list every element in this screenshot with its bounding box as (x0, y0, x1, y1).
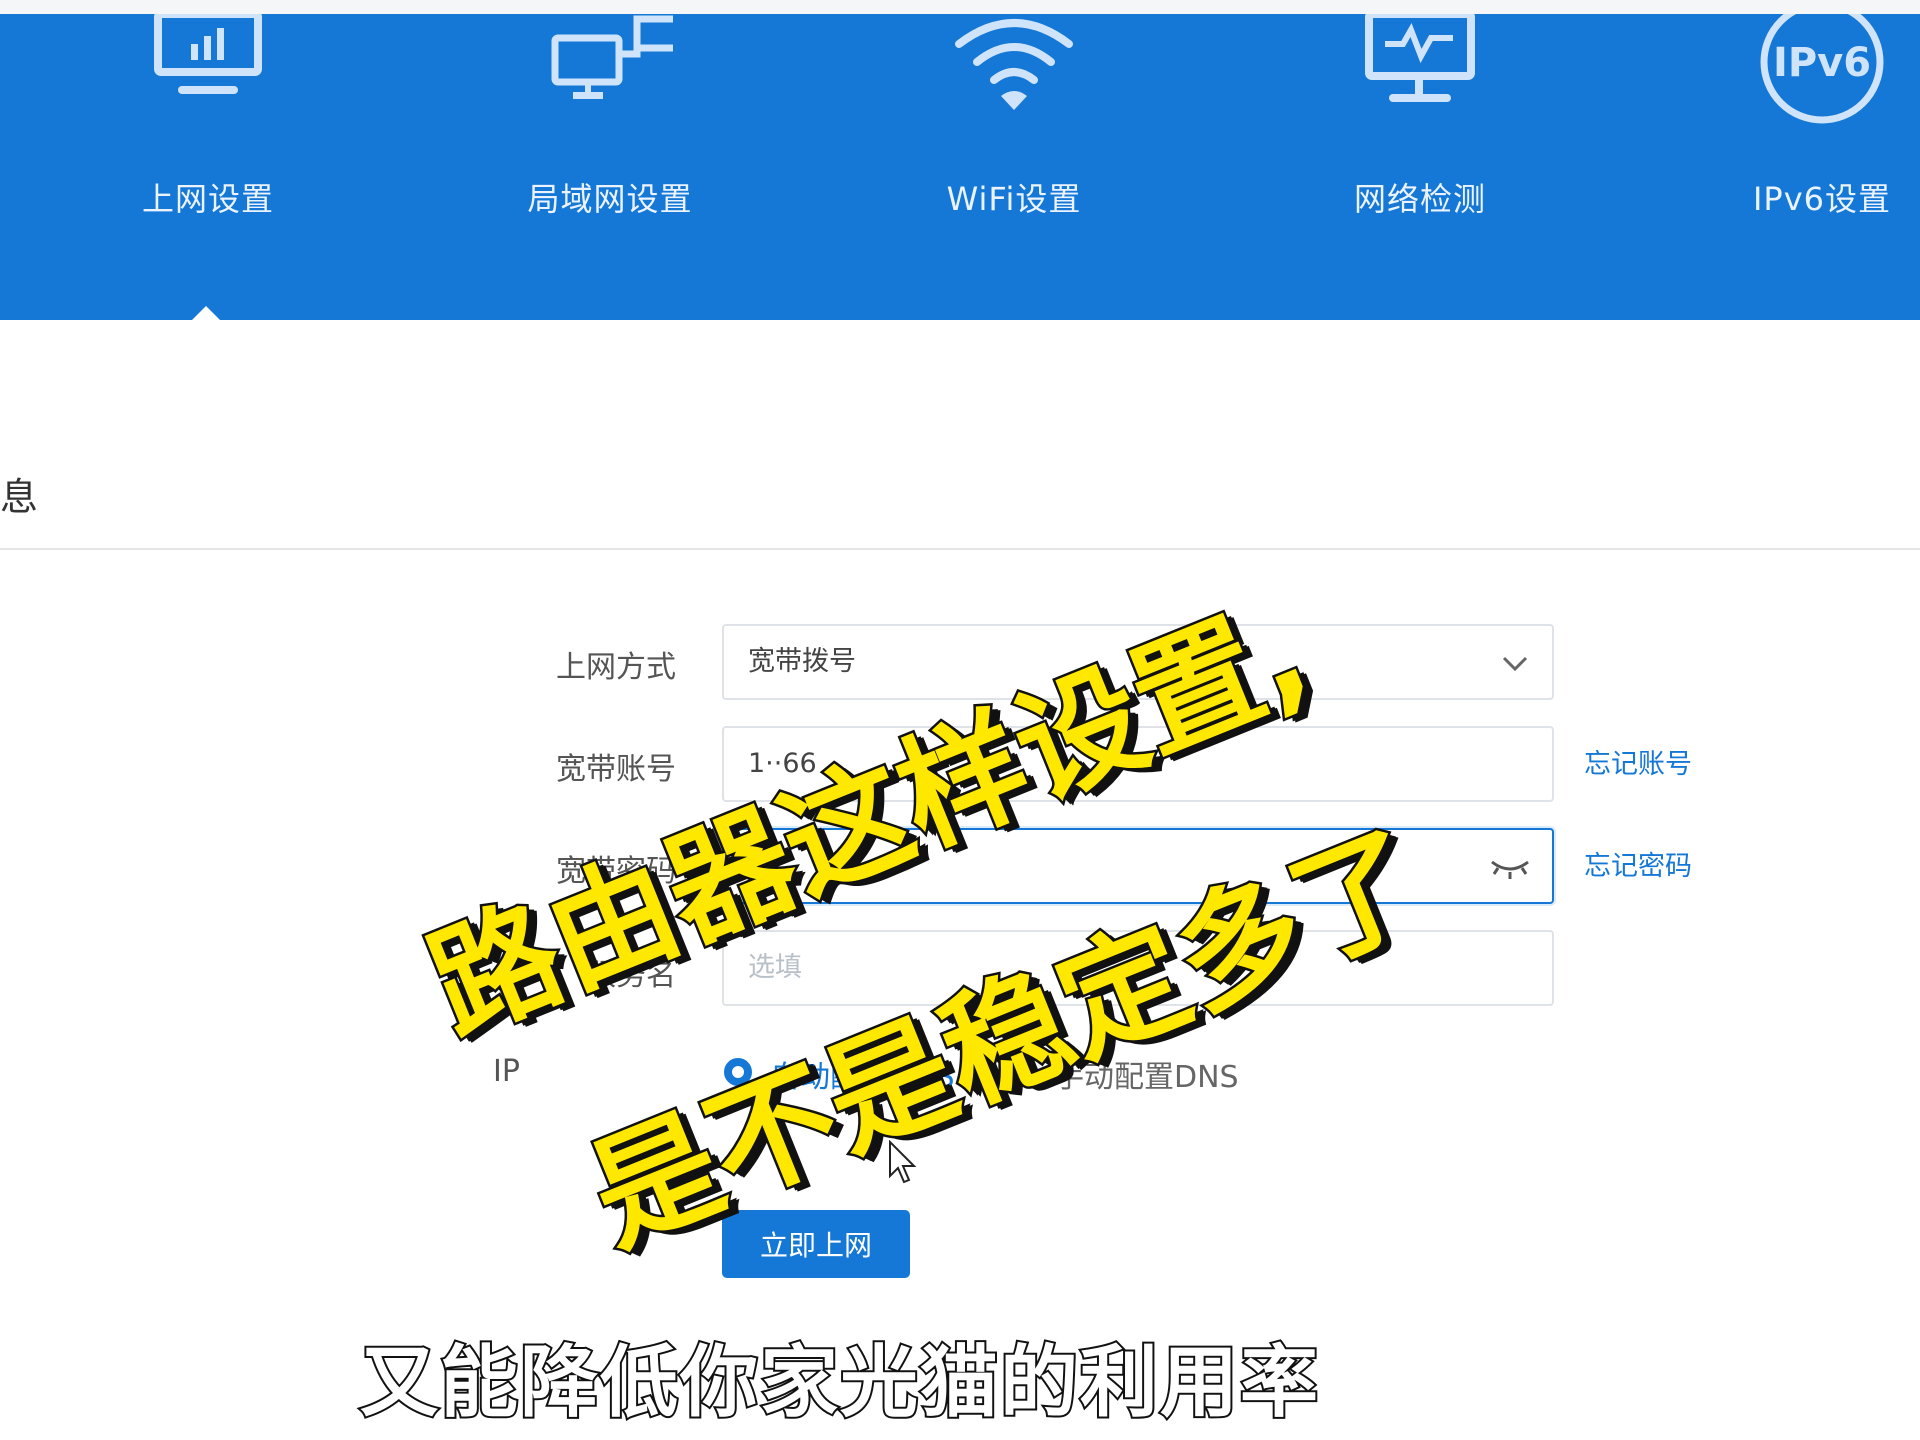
account-label: 宽带账号 (556, 752, 676, 787)
nav-item-ipv6-settings[interactable]: IPv6 IPv6设置 (1692, 14, 1920, 234)
top-strip (0, 0, 1920, 14)
video-subtitle: 又能降低你家光猫的利用率 (358, 1336, 1320, 1430)
nav-label: WiFi设置 (946, 180, 1082, 218)
section-title: 息 (0, 475, 39, 519)
forgot-account-link[interactable]: 忘记账号 (1584, 742, 1692, 781)
mode-label: 上网方式 (556, 650, 676, 685)
nav-label: 网络检测 (1353, 180, 1486, 218)
nav-label: 上网设置 (141, 180, 274, 218)
monitor-pulse-icon (1365, 14, 1475, 102)
connection-mode-value: 宽带拨号 (748, 646, 856, 677)
nav-item-lan-settings[interactable]: 局域网设置 (480, 14, 740, 234)
monitor-chart-icon (154, 14, 262, 94)
wifi-icon (955, 19, 1073, 110)
nav-item-wifi-settings[interactable]: WiFi设置 (884, 14, 1144, 234)
service-placeholder: 选填 (748, 952, 802, 983)
main-nav: 上网设置 局域网设置 WiFi设置 网络检测 IPv6 IPv6设置 (0, 14, 1920, 336)
ipv6-badge-icon: IPv6 (1760, 14, 1884, 124)
eye-closed-icon[interactable] (1488, 852, 1532, 882)
lan-network-icon (551, 15, 673, 99)
nav-item-internet-settings[interactable]: 上网设置 (78, 14, 338, 234)
ipv6-badge-text: IPv6 (1773, 40, 1871, 86)
nav-label: 局域网设置 (527, 180, 693, 218)
forgot-password-link[interactable]: 忘记密码 (1584, 844, 1692, 883)
nav-label: IPv6设置 (1752, 180, 1892, 218)
nav-item-network-check[interactable]: 网络检测 (1290, 14, 1550, 234)
active-tab-pointer (176, 306, 236, 336)
section-divider (0, 548, 1920, 550)
chevron-down-icon (1502, 656, 1528, 672)
